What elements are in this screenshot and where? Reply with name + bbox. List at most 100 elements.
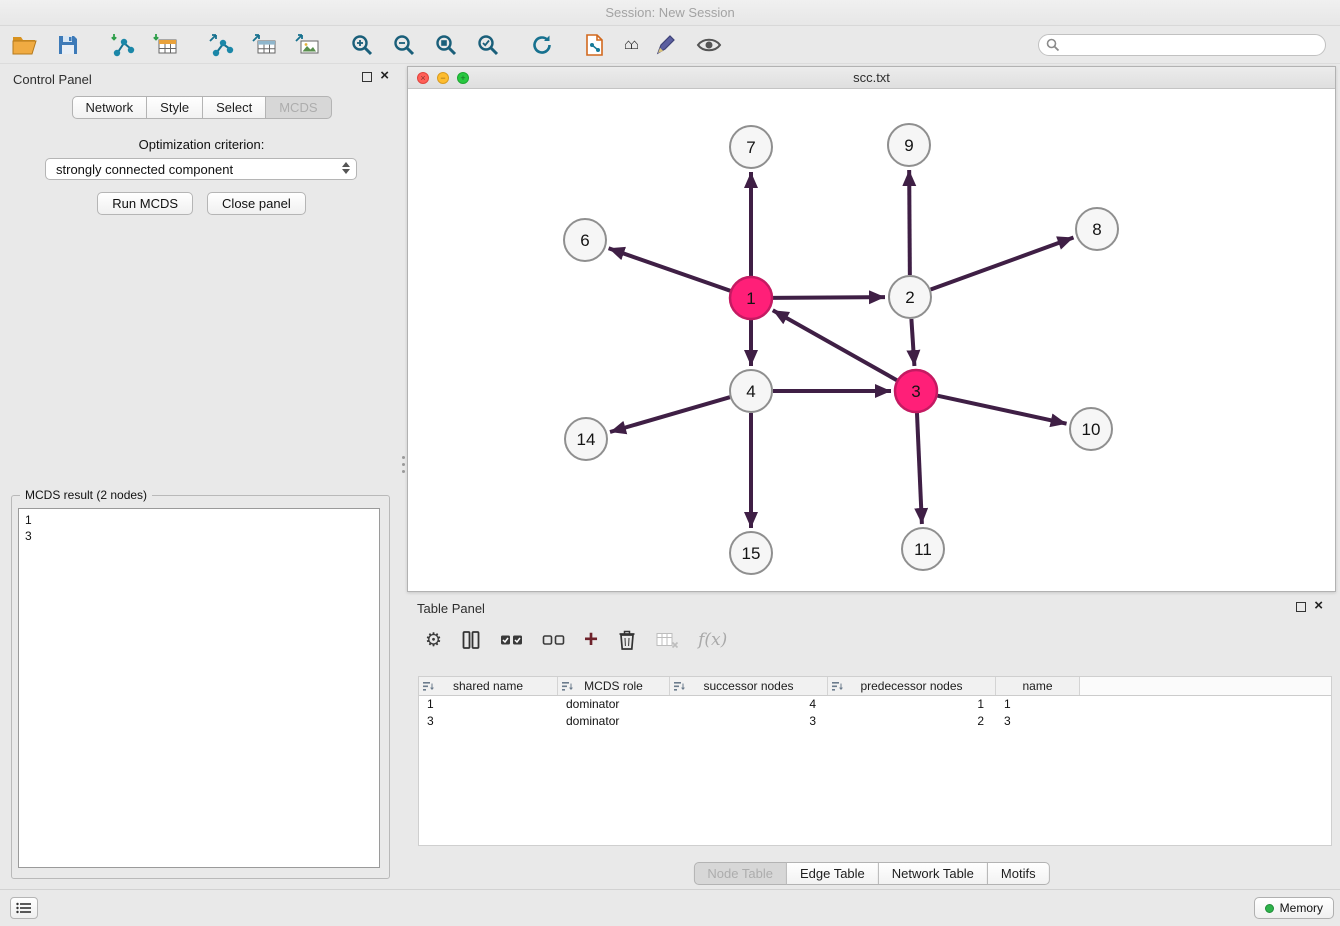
task-history-button[interactable]	[10, 897, 38, 919]
show-columns-button[interactable]	[461, 630, 481, 650]
run-mcds-button[interactable]: Run MCDS	[97, 192, 193, 215]
result-line: 1	[25, 512, 373, 528]
cell-shared-name[interactable]: 1	[419, 696, 558, 713]
graph-node-6[interactable]: 6	[564, 219, 606, 261]
svg-text:6: 6	[580, 231, 589, 250]
memory-status-icon	[1265, 904, 1274, 913]
fit-content-button[interactable]	[432, 31, 460, 59]
zoom-selected-button[interactable]	[474, 31, 502, 59]
export-table-button[interactable]	[250, 31, 279, 59]
status-bar: Memory	[0, 889, 1340, 926]
graph-node-14[interactable]: 14	[565, 418, 607, 460]
svg-text:9: 9	[904, 136, 913, 155]
cell-mcds-role[interactable]: dominator	[558, 696, 670, 713]
tab-style[interactable]: Style	[147, 96, 203, 119]
graph-node-2[interactable]: 2	[889, 276, 931, 318]
cell-mcds-role[interactable]: dominator	[558, 713, 670, 730]
tab-network-table[interactable]: Network Table	[879, 862, 988, 885]
cell-name[interactable]: 3	[996, 713, 1080, 730]
column-header-name[interactable]: name	[996, 677, 1080, 695]
graph-edge-2-8[interactable]	[931, 238, 1074, 290]
graph-edge-2-3[interactable]	[911, 319, 914, 366]
graph-edge-3-10[interactable]	[937, 396, 1066, 424]
graph-edge-1-6[interactable]	[609, 248, 731, 290]
search-input[interactable]	[1038, 34, 1326, 56]
column-header-shared-name[interactable]: shared name	[419, 677, 558, 695]
tab-motifs[interactable]: Motifs	[988, 862, 1050, 885]
network-window-titlebar[interactable]: × − + scc.txt	[408, 67, 1335, 89]
save-session-button[interactable]	[55, 32, 81, 58]
graph-node-11[interactable]: 11	[902, 528, 944, 570]
zoom-in-button[interactable]	[348, 31, 376, 59]
graph-edge-3-1[interactable]	[773, 310, 897, 380]
import-network-button[interactable]	[107, 31, 137, 59]
float-table-panel-icon[interactable]	[1296, 602, 1306, 612]
graph-node-7[interactable]: 7	[730, 126, 772, 168]
float-panel-icon[interactable]	[362, 72, 372, 82]
network-graph[interactable]: 7 9 6 8 1 2 4 3 14 10 15 11	[408, 89, 1335, 591]
delete-rows-button[interactable]	[617, 629, 637, 651]
graph-node-4[interactable]: 4	[730, 370, 772, 412]
graph-node-15[interactable]: 15	[730, 532, 772, 574]
graph-edge-2-9[interactable]	[909, 170, 910, 275]
eye-icon	[696, 34, 722, 56]
result-line: 3	[25, 528, 373, 544]
tab-edge-table[interactable]: Edge Table	[787, 862, 879, 885]
graph-edge-3-11[interactable]	[917, 413, 922, 524]
window-titlebar[interactable]: Session: New Session	[0, 0, 1340, 26]
close-table-panel-icon[interactable]: ×	[1314, 598, 1323, 614]
home-button[interactable]: ⌂⌂	[622, 34, 638, 55]
cell-predecessor-nodes[interactable]: 2	[828, 713, 996, 730]
svg-text:11: 11	[914, 540, 932, 559]
apply-style-button[interactable]	[652, 31, 680, 59]
header-filler	[1080, 677, 1331, 695]
column-header-mcds-role[interactable]: MCDS role	[558, 677, 670, 695]
table-settings-button[interactable]: ⚙	[425, 631, 442, 650]
close-panel-icon[interactable]: ×	[380, 68, 389, 84]
table-row[interactable]: 1 dominator 4 1 1	[419, 696, 1331, 713]
svg-text:15: 15	[742, 544, 761, 563]
graph-node-1[interactable]: 1	[730, 277, 772, 319]
graph-node-10[interactable]: 10	[1070, 408, 1112, 450]
tab-select[interactable]: Select	[203, 96, 266, 119]
column-header-successor-nodes[interactable]: successor nodes	[670, 677, 828, 695]
tab-node-table[interactable]: Node Table	[693, 862, 787, 885]
table-row[interactable]: 3 dominator 3 2 3	[419, 713, 1331, 730]
close-panel-button[interactable]: Close panel	[207, 192, 306, 215]
window-maximize-icon[interactable]: +	[457, 72, 469, 84]
select-all-button[interactable]	[500, 632, 523, 648]
export-image-button[interactable]	[293, 31, 322, 59]
deselect-all-button[interactable]	[542, 632, 565, 648]
cell-successor-nodes[interactable]: 3	[670, 713, 828, 730]
cell-predecessor-nodes[interactable]: 1	[828, 696, 996, 713]
export-network-button[interactable]	[206, 31, 236, 59]
add-row-button[interactable]: +	[584, 630, 598, 650]
cell-name[interactable]: 1	[996, 696, 1080, 713]
memory-button[interactable]: Memory	[1254, 897, 1334, 919]
graph-edge-1-2[interactable]	[773, 297, 885, 298]
show-hide-button[interactable]	[694, 32, 724, 58]
network-canvas[interactable]: 7 9 6 8 1 2 4 3 14 10 15 11	[408, 89, 1335, 591]
refresh-view-button[interactable]	[528, 31, 556, 59]
graph-edge-4-14[interactable]	[610, 397, 730, 432]
open-session-button[interactable]	[10, 32, 39, 58]
window-minimize-icon[interactable]: −	[437, 72, 449, 84]
zoom-out-button[interactable]	[390, 31, 418, 59]
open-network-file-button[interactable]	[582, 31, 608, 59]
window-close-icon[interactable]: ×	[417, 72, 429, 84]
network-window-title: scc.txt	[853, 70, 890, 85]
main-toolbar: ⌂⌂	[0, 26, 1340, 64]
tab-mcds[interactable]: MCDS	[266, 96, 331, 119]
svg-text:8: 8	[1092, 220, 1101, 239]
tab-network[interactable]: Network	[71, 96, 147, 119]
import-table-button[interactable]	[151, 31, 180, 59]
cell-successor-nodes[interactable]: 4	[670, 696, 828, 713]
cell-shared-name[interactable]: 3	[419, 713, 558, 730]
graph-node-9[interactable]: 9	[888, 124, 930, 166]
graph-node-8[interactable]: 8	[1076, 208, 1118, 250]
column-header-predecessor-nodes[interactable]: predecessor nodes	[828, 677, 996, 695]
graph-node-3[interactable]: 3	[895, 370, 937, 412]
panel-splitter[interactable]	[400, 66, 407, 888]
search-field[interactable]	[1038, 34, 1326, 56]
optimization-criterion-dropdown[interactable]: strongly connected component	[45, 158, 357, 180]
